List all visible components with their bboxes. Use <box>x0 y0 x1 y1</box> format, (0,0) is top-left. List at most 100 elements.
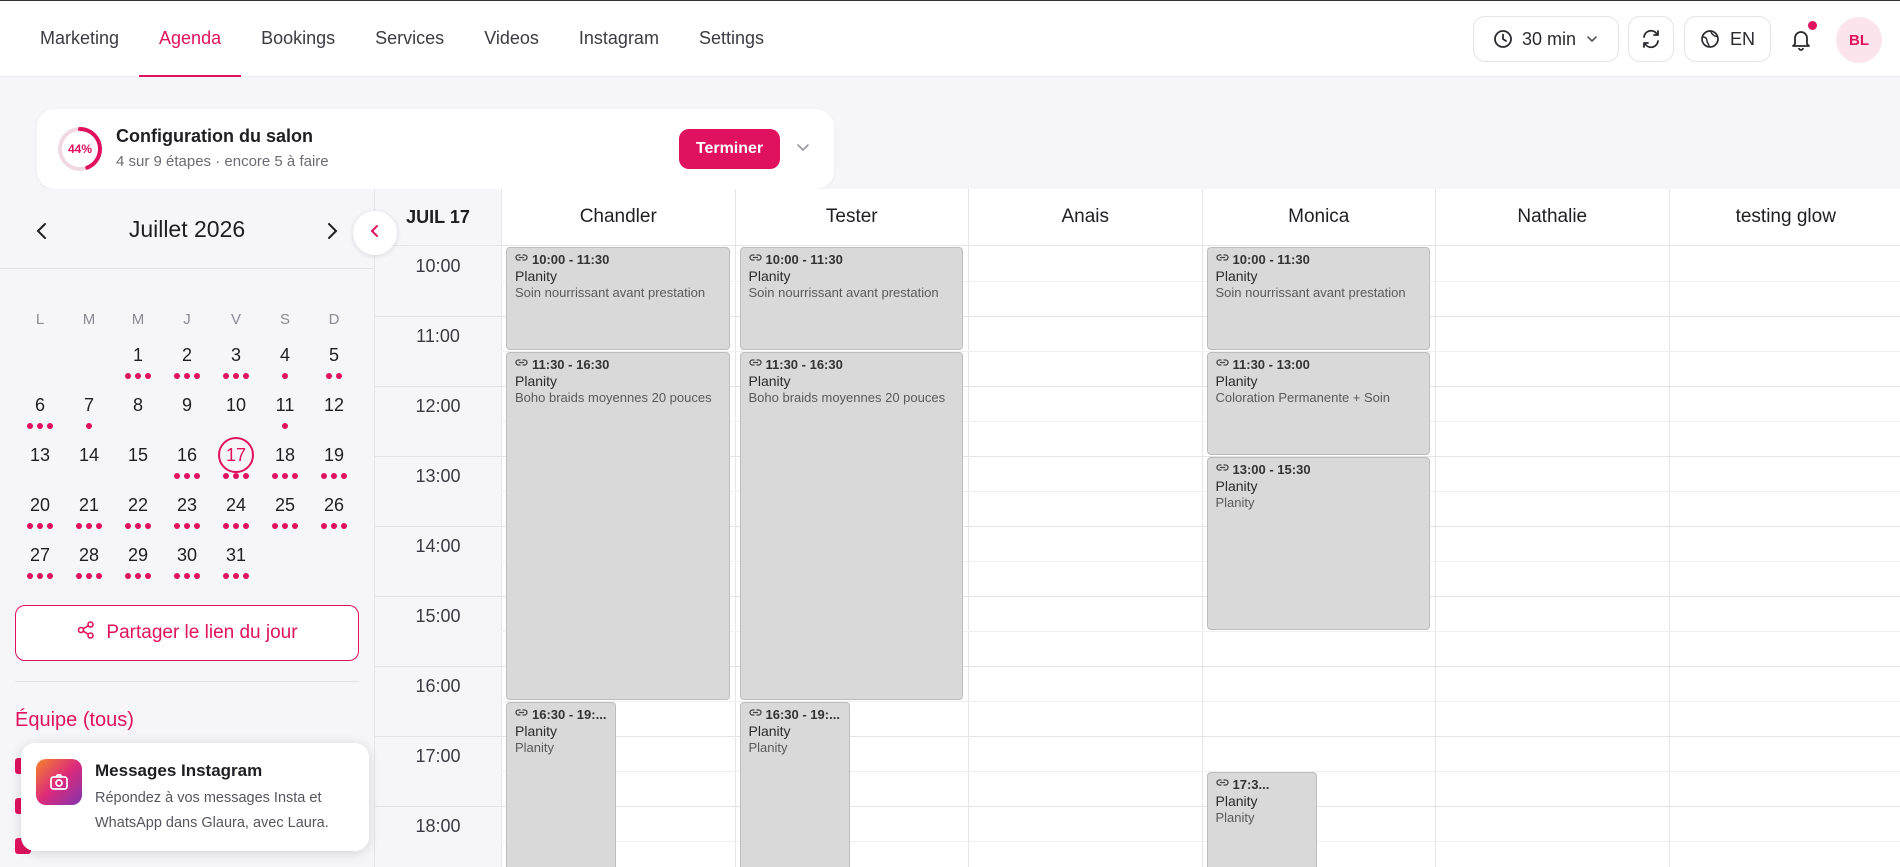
appointment-client: Planity <box>1215 373 1258 389</box>
booking-dots <box>216 373 256 379</box>
calendar-day[interactable]: 18 <box>265 438 305 472</box>
appointment-block[interactable]: 10:00 - 11:30 Planity Soin nourrissant ava… <box>506 247 730 350</box>
booking-dot <box>233 573 239 579</box>
language-select[interactable]: EN <box>1684 16 1771 62</box>
calendar-day[interactable]: 14 <box>69 438 109 472</box>
next-month-button[interactable] <box>320 219 344 243</box>
tab-instagram[interactable]: Instagram <box>559 1 679 77</box>
calendar-day[interactable]: 10 <box>216 388 256 422</box>
calendar-day[interactable]: 11 <box>265 388 305 422</box>
calendar-day[interactable]: 2 <box>167 338 207 372</box>
booking-dot <box>194 573 200 579</box>
calendar-day[interactable]: 5 <box>314 338 354 372</box>
booking-dot <box>233 373 239 379</box>
calendar-day[interactable]: 4 <box>265 338 305 372</box>
appointment-block[interactable]: 11:30 - 16:30 Planity Boho braids moyennes… <box>506 352 730 700</box>
booking-dots <box>265 523 305 529</box>
appointment-block[interactable]: 16:30 - 19:... Planity Planity <box>506 702 616 867</box>
share-day-link-button[interactable]: Partager le lien du jour <box>15 605 359 661</box>
calendar-day[interactable]: 12 <box>314 388 354 422</box>
calendar-day[interactable]: 26 <box>314 488 354 522</box>
calendar-day[interactable]: 28 <box>69 538 109 572</box>
booking-dot <box>336 373 342 379</box>
calendar-day[interactable]: 1 <box>118 338 158 372</box>
calendar-day[interactable]: 31 <box>216 538 256 572</box>
booking-dots <box>265 423 305 429</box>
booking-dot <box>321 473 327 479</box>
tab-bookings[interactable]: Bookings <box>241 1 355 77</box>
weekday-label: M <box>82 311 96 328</box>
staff-column-header[interactable]: Nathalie <box>1435 189 1669 246</box>
team-filter-title[interactable]: Équipe (tous) <box>15 709 134 732</box>
top-navigation-bar: Marketing Agenda Bookings Services Videos Ins… <box>0 1 1900 77</box>
staff-column-header[interactable]: Monica <box>1201 189 1435 246</box>
booking-dots <box>167 473 207 479</box>
appointment-block[interactable]: 11:30 - 13:00 Planity Coloration Permanent… <box>1206 352 1430 455</box>
calendar-day[interactable]: 25 <box>265 488 305 522</box>
collapse-sidebar-button[interactable] <box>353 211 397 255</box>
interval-select[interactable]: 30 min <box>1473 16 1619 62</box>
calendar-day[interactable]: 27 <box>20 538 60 572</box>
tab-services[interactable]: Services <box>355 1 464 77</box>
time-label: 13:00 <box>415 466 461 486</box>
staff-column-header[interactable]: testing glow <box>1668 189 1900 246</box>
refresh-button[interactable] <box>1628 16 1674 62</box>
appointment-block[interactable]: 10:00 - 11:30 Planity Soin nourrissant ava… <box>739 247 963 350</box>
appointment-time-row: 11:30 - 16:30 <box>748 356 955 372</box>
booking-dot <box>27 523 33 529</box>
staff-column-header[interactable]: Tester <box>734 189 968 246</box>
appointment-client: Planity <box>515 268 558 284</box>
main-nav: Marketing Agenda Bookings Services Videos Ins… <box>20 1 784 77</box>
calendar-day[interactable]: 13 <box>20 438 60 472</box>
calendar-day[interactable]: 23 <box>167 488 207 522</box>
calendar-day[interactable]: 9 <box>167 388 207 422</box>
booking-dot <box>243 473 249 479</box>
chevron-down-icon[interactable] <box>793 137 813 157</box>
appointment-block[interactable]: 16:30 - 19:... Planity Planity <box>739 702 850 867</box>
calendar-day[interactable]: 3 <box>216 338 256 372</box>
appointment-block[interactable]: 10:00 - 11:30 Planity Soin nourrissant ava… <box>1206 247 1430 350</box>
calendar-day[interactable]: 7 <box>69 388 109 422</box>
calendar-day[interactable]: 19 <box>314 438 354 472</box>
avatar[interactable]: BL <box>1836 17 1882 63</box>
booking-dot <box>76 573 82 579</box>
appointment-block[interactable]: 13:00 - 15:30 Planity Planity <box>1206 457 1430 630</box>
appointment-time-row: 16:30 - 19:... <box>515 706 607 722</box>
calendar-day[interactable]: 20 <box>20 488 60 522</box>
booking-dot <box>174 573 180 579</box>
calendar-day[interactable]: 15 <box>118 438 158 472</box>
notification-badge <box>1808 21 1817 30</box>
staff-column-header[interactable]: Anais <box>968 189 1202 246</box>
column-divider <box>1435 189 1436 867</box>
finish-setup-button[interactable]: Terminer <box>679 129 780 169</box>
calendar-day[interactable]: 24 <box>216 488 256 522</box>
column-divider <box>1201 189 1203 867</box>
calendar-day[interactable]: 16 <box>167 438 207 472</box>
tab-settings[interactable]: Settings <box>679 1 784 77</box>
staff-column-header[interactable]: Chandler <box>501 189 735 246</box>
calendar-day[interactable]: 30 <box>167 538 207 572</box>
tab-agenda[interactable]: Agenda <box>139 1 242 77</box>
divider <box>15 681 359 682</box>
tab-marketing[interactable]: Marketing <box>20 1 139 77</box>
appointment-block[interactable]: 17:3... Planity Planity <box>1206 772 1317 867</box>
calendar-day[interactable]: 21 <box>69 488 109 522</box>
tab-videos[interactable]: Videos <box>464 1 559 77</box>
link-icon <box>748 356 762 372</box>
calendar-day[interactable]: 8 <box>118 388 158 422</box>
column-divider <box>1668 189 1670 867</box>
appointment-time-row: 10:00 - 11:30 <box>748 251 955 267</box>
bell-icon <box>1786 31 1816 59</box>
booking-dot <box>86 573 92 579</box>
booking-dot <box>223 573 229 579</box>
calendar-day[interactable]: 29 <box>118 538 158 572</box>
calendar-day[interactable]: 22 <box>118 488 158 522</box>
appointment-client: Planity <box>748 373 791 389</box>
booking-dot <box>292 473 298 479</box>
instagram-messages-toast[interactable]: Messages Instagram Répondez à vos messag… <box>21 743 369 851</box>
calendar-day-today[interactable]: 17 <box>218 437 254 473</box>
booking-dots <box>20 523 60 529</box>
half-hour-line <box>501 771 1900 772</box>
appointment-block[interactable]: 11:30 - 16:30 Planity Boho braids moyennes… <box>739 352 963 700</box>
calendar-day[interactable]: 6 <box>20 388 60 422</box>
